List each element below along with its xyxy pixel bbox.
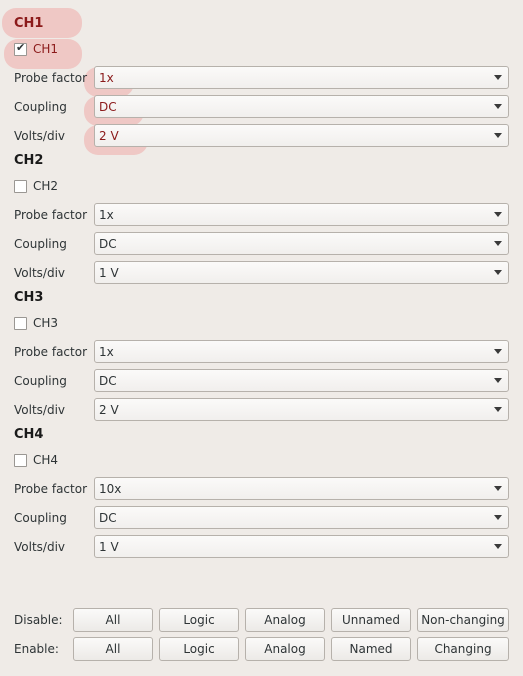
volts-div-label-ch1: Volts/div [14, 129, 66, 143]
disable-unnamed-button[interactable]: Unnamed [331, 608, 411, 632]
enable-ch2-checkbox[interactable] [14, 179, 27, 193]
chevron-down-icon [494, 212, 502, 217]
volts-div-select-ch4[interactable]: 1 V [94, 535, 509, 558]
chevron-down-icon [494, 515, 502, 520]
enable-ch3-checkbox[interactable] [14, 316, 27, 330]
coupling-value-ch4: DC [99, 510, 117, 525]
chevron-down-icon [494, 75, 502, 80]
coupling-select-ch1[interactable]: DC [94, 95, 509, 118]
channel-group-ch3: CH3 CH3 Probe factor 1x Coupling DC Volt… [0, 282, 523, 421]
enable-ch3-checkbox-row[interactable]: CH3 [14, 315, 58, 331]
probe-factor-select-ch1[interactable]: 1x [94, 66, 509, 89]
disable-logic-button[interactable]: Logic [159, 608, 239, 632]
probe-factor-label-ch4: Probe factor [14, 482, 88, 496]
probe-factor-select-ch3[interactable]: 1x [94, 340, 509, 363]
enable-all-button[interactable]: All [73, 637, 153, 661]
channel-settings-panel: CH1 CH1 Probe factor 1x Coupling DC Volt… [0, 8, 523, 558]
enable-ch2-checkbox-row[interactable]: CH2 [14, 178, 58, 194]
chevron-down-icon [494, 407, 502, 412]
chevron-down-icon [494, 241, 502, 246]
chevron-down-icon [494, 270, 502, 275]
disable-non-changing-button[interactable]: Non-changing [417, 608, 509, 632]
coupling-value-ch2: DC [99, 236, 117, 251]
channel-title-ch2: CH2 [14, 153, 44, 168]
enable-row: Enable: All Logic Analog Named Changing [0, 637, 523, 661]
probe-factor-value-ch4: 10x [99, 481, 122, 496]
channel-title-ch4: CH4 [14, 427, 44, 442]
enable-ch2-label: CH2 [33, 179, 59, 193]
probe-factor-value-ch2: 1x [99, 207, 114, 222]
enable-analog-button[interactable]: Analog [245, 637, 325, 661]
coupling-select-ch2[interactable]: DC [94, 232, 509, 255]
channel-group-ch4: CH4 CH4 Probe factor 10x Coupling DC Vol… [0, 419, 523, 558]
enable-ch4-label: CH4 [33, 453, 59, 467]
chevron-down-icon [494, 544, 502, 549]
chevron-down-icon [494, 486, 502, 491]
coupling-select-ch4[interactable]: DC [94, 506, 509, 529]
volts-div-select-ch2[interactable]: 1 V [94, 261, 509, 284]
coupling-select-ch3[interactable]: DC [94, 369, 509, 392]
chevron-down-icon [494, 378, 502, 383]
channel-group-ch1: CH1 CH1 Probe factor 1x Coupling DC Volt… [0, 8, 523, 155]
enable-label: Enable: [14, 642, 59, 656]
enable-ch3-label: CH3 [33, 316, 59, 330]
volts-div-label-ch2: Volts/div [14, 266, 66, 280]
chevron-down-icon [494, 104, 502, 109]
enable-ch1-checkbox[interactable] [14, 41, 27, 56]
volts-div-value-ch2: 1 V [99, 265, 119, 280]
probe-factor-value-ch1: 1x [99, 70, 114, 85]
disable-all-button[interactable]: All [73, 608, 153, 632]
volts-div-value-ch3: 2 V [99, 402, 119, 417]
disable-row: Disable: All Logic Analog Unnamed Non-ch… [0, 608, 523, 632]
probe-factor-select-ch2[interactable]: 1x [94, 203, 509, 226]
coupling-label-ch3: Coupling [14, 374, 67, 388]
probe-factor-label-ch1: Probe factor [14, 71, 88, 85]
probe-factor-select-ch4[interactable]: 10x [94, 477, 509, 500]
coupling-label-ch1: Coupling [14, 100, 67, 114]
coupling-label-ch4: Coupling [14, 511, 67, 525]
volts-div-value-ch1: 2 V [99, 128, 119, 143]
probe-factor-value-ch3: 1x [99, 344, 114, 359]
enable-logic-button[interactable]: Logic [159, 637, 239, 661]
disable-label: Disable: [14, 613, 63, 627]
volts-div-label-ch4: Volts/div [14, 540, 66, 554]
disable-analog-button[interactable]: Analog [245, 608, 325, 632]
chevron-down-icon [494, 133, 502, 138]
enable-changing-button[interactable]: Changing [417, 637, 509, 661]
channel-group-ch2: CH2 CH2 Probe factor 1x Coupling DC Volt… [0, 145, 523, 284]
coupling-label-ch2: Coupling [14, 237, 67, 251]
coupling-value-ch3: DC [99, 373, 117, 388]
volts-div-value-ch4: 1 V [99, 539, 119, 554]
volts-div-select-ch1[interactable]: 2 V [94, 124, 509, 147]
channel-title-ch3: CH3 [14, 290, 44, 305]
probe-factor-label-ch2: Probe factor [14, 208, 88, 222]
enable-ch4-checkbox-row[interactable]: CH4 [14, 452, 58, 468]
volts-div-select-ch3[interactable]: 2 V [94, 398, 509, 421]
enable-ch1-checkbox-row[interactable]: CH1 [14, 41, 58, 57]
channel-title-ch1: CH1 [14, 16, 44, 31]
volts-div-label-ch3: Volts/div [14, 403, 66, 417]
coupling-value-ch1: DC [99, 99, 117, 114]
chevron-down-icon [494, 349, 502, 354]
enable-ch4-checkbox[interactable] [14, 453, 27, 467]
enable-ch1-label: CH1 [33, 42, 59, 56]
probe-factor-label-ch3: Probe factor [14, 345, 88, 359]
enable-named-button[interactable]: Named [331, 637, 411, 661]
